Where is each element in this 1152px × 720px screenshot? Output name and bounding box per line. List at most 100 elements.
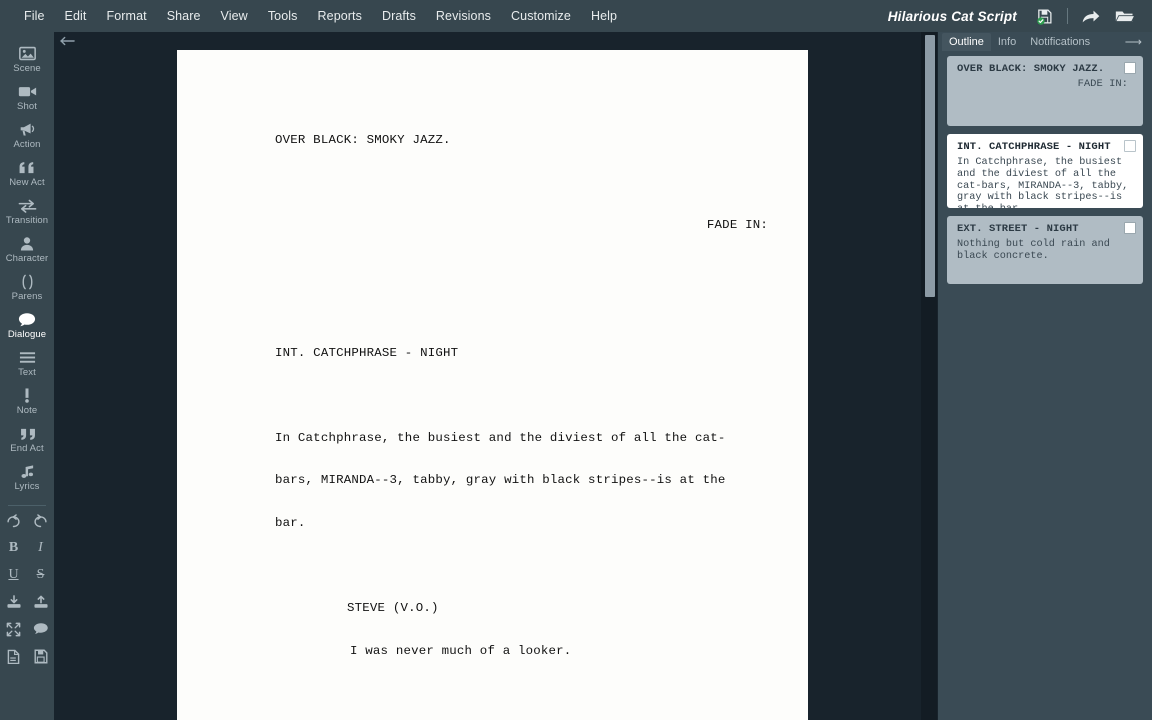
menu-item-edit[interactable]: Edit (55, 5, 97, 27)
tool-label-end-act: End Act (10, 443, 44, 454)
tool-label-new-act: New Act (9, 177, 45, 188)
swap-arrows-icon (18, 197, 37, 214)
open-quote-icon (18, 159, 37, 176)
collapse-panel-icon[interactable]: ⟶ (1125, 35, 1144, 49)
tab-info[interactable]: Info (991, 33, 1023, 51)
underline-glyph: U (8, 567, 19, 582)
share-icon[interactable] (1080, 5, 1102, 27)
outline-card-title: INT. CATCHPHRASE - NIGHT (957, 141, 1111, 153)
tool-lyrics[interactable]: Lyrics (0, 458, 54, 496)
outline-card-body: In Catchphrase, the busiest and the divi… (957, 157, 1129, 208)
tool-scene[interactable]: Scene (0, 40, 54, 78)
tool-label-text: Text (18, 367, 36, 378)
page-button[interactable] (2, 647, 26, 665)
editor-topbar (54, 32, 938, 47)
editor-scrollbar-thumb[interactable] (925, 35, 935, 297)
tool-label-shot: Shot (17, 101, 37, 112)
editor-scrollbar-track[interactable] (921, 32, 937, 720)
menu-item-view[interactable]: View (211, 5, 258, 27)
save-disk-button[interactable] (29, 647, 53, 665)
menu-item-tools[interactable]: Tools (258, 5, 308, 27)
rail-divider (8, 505, 46, 506)
outline-card-transition: FADE IN: (1077, 78, 1128, 90)
tool-rail: Scene Shot Action New Act Transition Cha… (0, 32, 54, 720)
import-button[interactable] (2, 593, 26, 611)
tool-text[interactable]: Text (0, 344, 54, 382)
strikethrough-glyph: S (36, 567, 45, 582)
tool-note[interactable]: Note (0, 382, 54, 420)
outline-card[interactable]: INT. CATCHPHRASE - NIGHT In Catchphrase,… (947, 134, 1143, 208)
tool-new-act[interactable]: New Act (0, 154, 54, 192)
tool-label-note: Note (16, 405, 38, 416)
menu-item-share[interactable]: Share (157, 5, 211, 27)
outline-card-title: EXT. STREET - NIGHT (957, 223, 1079, 235)
tab-notifications[interactable]: Notifications (1023, 33, 1097, 51)
menu-item-format[interactable]: Format (97, 5, 157, 27)
parentheses-icon (19, 273, 36, 290)
tool-shot[interactable]: Shot (0, 78, 54, 116)
rail-action-grid: B I U S (0, 512, 54, 665)
menu-item-customize[interactable]: Customize (501, 5, 581, 27)
tool-character[interactable]: Character (0, 230, 54, 268)
tool-label-character: Character (5, 253, 49, 264)
script-line-fade-in: FADE IN: (706, 217, 768, 232)
tool-label-action: Action (13, 139, 41, 150)
tool-label-transition: Transition (5, 215, 49, 226)
undo-button[interactable] (2, 512, 26, 530)
tool-label-dialogue: Dialogue (7, 329, 47, 340)
tool-end-act[interactable]: End Act (0, 420, 54, 458)
outline-card[interactable]: EXT. STREET - NIGHT Nothing but cold rai… (947, 216, 1143, 284)
tool-dialogue[interactable]: Dialogue (0, 306, 54, 344)
script-action-1c: bar. (275, 516, 306, 531)
outline-card-checkbox[interactable] (1124, 222, 1136, 234)
outline-card-checkbox[interactable] (1124, 62, 1136, 74)
script-content[interactable]: OVER BLACK: SMOKY JAZZ. FADE IN: INT. CA… (177, 90, 808, 720)
save-icon[interactable] (1033, 5, 1055, 27)
tool-action[interactable]: Action (0, 116, 54, 154)
open-folder-icon[interactable] (1114, 5, 1136, 27)
fullscreen-button[interactable] (2, 620, 26, 638)
bold-button[interactable]: B (2, 539, 26, 557)
menu-item-reports[interactable]: Reports (308, 5, 372, 27)
tool-label-scene: Scene (13, 63, 41, 74)
italic-button[interactable]: I (29, 539, 53, 557)
editor-area: OVER BLACK: SMOKY JAZZ. FADE IN: INT. CA… (54, 32, 938, 720)
tool-label-lyrics: Lyrics (14, 481, 40, 492)
script-page[interactable]: OVER BLACK: SMOKY JAZZ. FADE IN: INT. CA… (177, 50, 808, 720)
script-action-1a: In Catchphrase, the busiest and the divi… (275, 430, 726, 445)
menu-bar: File Edit Format Share View Tools Report… (0, 0, 1152, 32)
strikethrough-button[interactable]: S (29, 566, 53, 584)
menu-item-drafts[interactable]: Drafts (372, 5, 426, 27)
script-character-steve-vo-1: STEVE (V.O.) (347, 601, 439, 616)
menu-item-help[interactable]: Help (581, 5, 627, 27)
tool-transition[interactable]: Transition (0, 192, 54, 230)
outline-card-body: Nothing but cold rain and black concrete… (957, 239, 1116, 262)
close-quote-icon (18, 425, 37, 442)
menu-divider (1067, 8, 1068, 24)
document-title: Hilarious Cat Script (887, 8, 1017, 24)
exclamation-icon (23, 387, 31, 404)
lines-icon (19, 349, 36, 366)
menu-item-file[interactable]: File (14, 5, 55, 27)
outline-card-list: OVER BLACK: SMOKY JAZZ. FADE IN: INT. CA… (938, 52, 1152, 284)
outline-panel: Outline Info Notifications ⟶ OVER BLACK:… (938, 32, 1152, 720)
comment-button[interactable] (29, 620, 53, 638)
back-arrow-icon[interactable] (57, 34, 77, 48)
tool-parens[interactable]: Parens (0, 268, 54, 306)
export-button[interactable] (29, 593, 53, 611)
tab-outline[interactable]: Outline (942, 33, 991, 51)
outline-card-title: OVER BLACK: SMOKY JAZZ. (957, 63, 1105, 75)
outline-card-checkbox[interactable] (1124, 140, 1136, 152)
menu-item-revisions[interactable]: Revisions (426, 5, 501, 27)
redo-button[interactable] (29, 512, 53, 530)
underline-button[interactable]: U (2, 566, 26, 584)
script-line-over-black: OVER BLACK: SMOKY JAZZ. (275, 132, 451, 147)
outline-card[interactable]: OVER BLACK: SMOKY JAZZ. FADE IN: (947, 56, 1143, 126)
person-icon (20, 235, 34, 252)
app-root: File Edit Format Share View Tools Report… (0, 0, 1152, 720)
